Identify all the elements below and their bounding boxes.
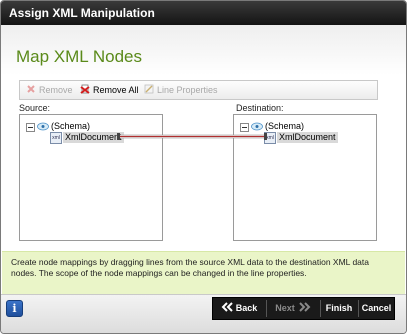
dialog-window: Assign XML Manipulation Map XML Nodes Re… bbox=[0, 0, 407, 334]
help-label: i bbox=[12, 302, 17, 315]
remove-x-icon bbox=[27, 85, 35, 93]
remove-all-button[interactable]: Remove All bbox=[80, 83, 139, 97]
mapping-line[interactable] bbox=[117, 131, 267, 143]
info-panel: Create node mappings by dragging lines f… bbox=[2, 251, 405, 294]
next-button[interactable]: Next bbox=[267, 298, 319, 319]
schema-icon bbox=[37, 122, 49, 131]
back-label: Back bbox=[235, 303, 258, 313]
destination-schema-node[interactable]: (Schema) bbox=[265, 120, 304, 132]
chevron-left-double-icon bbox=[221, 302, 233, 312]
source-schema-node[interactable]: (Schema) bbox=[51, 120, 90, 132]
chevron-right-double-icon bbox=[299, 302, 311, 312]
remove-all-label: Remove All bbox=[93, 85, 139, 95]
title-bar: Assign XML Manipulation bbox=[1, 1, 406, 25]
info-icon[interactable]: i bbox=[6, 300, 23, 317]
remove-all-icon bbox=[80, 84, 90, 94]
source-label: Source: bbox=[19, 103, 51, 113]
info-text: Create node mappings by dragging lines f… bbox=[11, 257, 370, 278]
line-properties-label: Line Properties bbox=[157, 85, 218, 95]
destination-label: Destination: bbox=[236, 103, 284, 113]
xml-document-icon: xml bbox=[50, 132, 62, 144]
line-properties-icon bbox=[144, 84, 154, 94]
remove-button[interactable]: Remove bbox=[26, 83, 73, 97]
page-title: Map XML Nodes bbox=[16, 47, 142, 66]
source-collapse-toggle[interactable] bbox=[26, 123, 35, 132]
line-properties-button[interactable]: Line Properties bbox=[144, 83, 218, 97]
source-xml-document-node[interactable]: XmlDocument bbox=[63, 132, 124, 143]
back-button[interactable]: Back bbox=[213, 298, 265, 319]
schema-icon bbox=[251, 122, 263, 131]
destination-xml-document-node[interactable]: XmlDocument bbox=[277, 132, 338, 143]
cancel-label: Cancel bbox=[361, 303, 392, 313]
finish-button[interactable]: Finish bbox=[321, 298, 357, 319]
next-label: Next bbox=[275, 303, 295, 313]
wizard-navigation: Back Next Finish Cancel bbox=[212, 297, 395, 320]
remove-label: Remove bbox=[39, 85, 73, 95]
finish-label: Finish bbox=[325, 303, 353, 313]
window-title: Assign XML Manipulation bbox=[9, 6, 155, 20]
cancel-button[interactable]: Cancel bbox=[359, 298, 394, 319]
mapping-toolbar: Remove Remove All Line Properties bbox=[19, 80, 378, 100]
